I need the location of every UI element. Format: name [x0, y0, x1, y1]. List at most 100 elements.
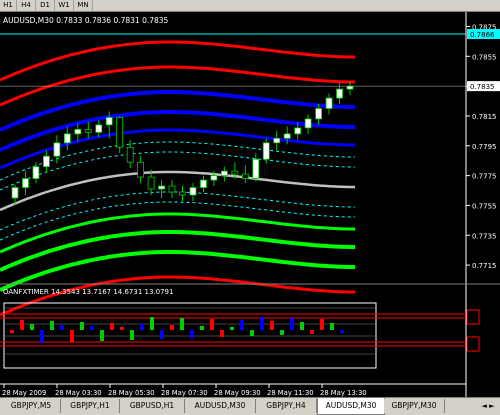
candle-body: [137, 161, 145, 178]
time-axis: 28 May 2009 28 May 03:30 28 May 05:30 28 Ma…: [0, 383, 466, 397]
indicator-bar: [170, 325, 174, 330]
indicator-marker-box: [466, 336, 480, 352]
candle: [137, 156, 145, 184]
candle-body: [158, 185, 165, 190]
candle-body: [336, 88, 343, 99]
indicator-bar: [250, 330, 254, 336]
candle: [158, 180, 165, 198]
candle-body: [220, 170, 228, 177]
indicator-bar: [200, 326, 204, 330]
candle-body: [126, 146, 134, 163]
candle-body: [147, 176, 155, 190]
indicator-bar: [150, 317, 154, 330]
candle: [22, 171, 29, 195]
candle: [53, 135, 61, 164]
candle-body: [294, 127, 302, 135]
tab-scroll-arrows[interactable]: ◄ ►: [478, 400, 498, 412]
candle-body: [43, 155, 50, 168]
price-chart-svg[interactable]: AUDUSD,M30 0.7833 0.7836 0.7831 0.7835 0…: [0, 12, 500, 397]
indicator-bar: [280, 330, 284, 335]
candle-body: [32, 166, 40, 179]
chart-tab[interactable]: GBPJPY,M5: [2, 399, 61, 413]
candle-body: [179, 191, 186, 196]
chart-tab[interactable]: AUDUSD,M30: [185, 399, 256, 413]
chart-title: AUDUSD,M30 0.7833 0.7836 0.7831 0.7835: [3, 16, 169, 25]
indicator-bar: [330, 323, 334, 330]
y-tick-label: 0.7775: [472, 173, 497, 181]
timeframe-d1-button[interactable]: D1: [36, 0, 55, 11]
y-tick-label: 0.7815: [472, 113, 497, 121]
indicator-bar: [160, 330, 164, 339]
candle-body: [11, 187, 19, 199]
candle-body: [189, 187, 197, 196]
indicator-bar: [230, 327, 234, 330]
indicator-bar: [80, 322, 84, 330]
x-tick-label: 28 May 11:30: [267, 389, 314, 397]
chart-tab[interactable]: GBPJPY,M30: [384, 399, 445, 413]
x-tick-label: 28 May 05:30: [108, 389, 155, 397]
candle-body: [315, 108, 322, 120]
indicator-bar: [310, 330, 314, 334]
candle: [304, 114, 312, 134]
y-tick-label: 0.7735: [472, 232, 497, 240]
chart-grid: AUDUSD,M30 0.7833 0.7836 0.7831 0.7835: [0, 16, 466, 87]
y-tick-label: 0.7795: [472, 143, 497, 151]
candle: [325, 93, 333, 115]
envelope-bands: [0, 40, 355, 317]
indicator-bar: [100, 330, 104, 341]
indicator-bar: [30, 324, 34, 330]
price-axis: 0.78750.78550.78350.78150.77950.77750.77…: [0, 12, 500, 397]
chart-tab[interactable]: GBPUSD,H1: [120, 399, 185, 413]
candle-body: [74, 128, 82, 135]
chart-tab[interactable]: AUDUSD,M30: [317, 398, 385, 415]
upper-band-line: [0, 40, 355, 82]
candle-body: [22, 178, 29, 188]
indicator-bar: [190, 330, 194, 338]
candle: [168, 180, 176, 198]
candle: [241, 165, 249, 184]
candle-body: [241, 173, 249, 179]
timeframe-w1-button[interactable]: W1: [55, 0, 74, 11]
candle-body: [325, 97, 333, 109]
candle: [95, 120, 103, 137]
candle-body: [116, 117, 124, 148]
candle: [179, 186, 186, 201]
candle-body: [231, 170, 239, 175]
chart-tab[interactable]: GBPJPY,H1: [61, 399, 120, 413]
candle: [43, 150, 50, 173]
timeframe-mn-button[interactable]: MN: [74, 0, 93, 11]
indicator-bar: [210, 319, 214, 330]
candle-body: [273, 137, 281, 144]
candle: [252, 153, 260, 182]
timeframe-h4-button[interactable]: H4: [17, 0, 36, 11]
chart-window[interactable]: AUDUSD,M30 0.7833 0.7836 0.7831 0.7835 0…: [0, 12, 500, 397]
x-tick-label: 28 May 03:30: [55, 389, 102, 397]
candle: [63, 126, 71, 151]
candle: [84, 121, 92, 139]
chart-tab[interactable]: GBPJPY,H4: [256, 399, 317, 413]
upper-band-line: [0, 128, 355, 170]
indicator-bar: [240, 320, 244, 330]
indicator-marker-box: [466, 309, 480, 325]
y-tick-label: 0.7855: [472, 53, 497, 61]
x-tick-label: 28 May 07:30: [161, 389, 208, 397]
candle-body: [346, 85, 354, 90]
indicator-title: OANFXTIMER 14.3543 13.7167 14.6731 13.07…: [3, 288, 173, 296]
indicator-bar: [340, 330, 344, 333]
candle-body: [262, 142, 270, 160]
indicator-bar: [300, 322, 304, 330]
timeframe-h1-button[interactable]: H1: [0, 0, 17, 11]
current-price-label: 0.7835: [470, 83, 495, 91]
lower-band-line: [0, 201, 355, 241]
x-tick-label: 28 May 13:30: [320, 389, 367, 397]
indicator-bar: [90, 326, 94, 330]
y-tick-label: 0.7755: [472, 202, 497, 210]
indicator-bar: [60, 325, 64, 330]
candle-body: [304, 118, 312, 129]
candle: [74, 123, 82, 142]
candle-body: [84, 128, 92, 133]
oanfxtimer-panel: OANFXTIMER 14.3543 13.7167 14.6731 13.07…: [0, 288, 480, 369]
timeframe-toolbar: H1 H4 D1 W1 MN: [0, 0, 500, 12]
x-tick-label: 28 May 2009: [2, 389, 46, 397]
candle: [273, 130, 281, 151]
